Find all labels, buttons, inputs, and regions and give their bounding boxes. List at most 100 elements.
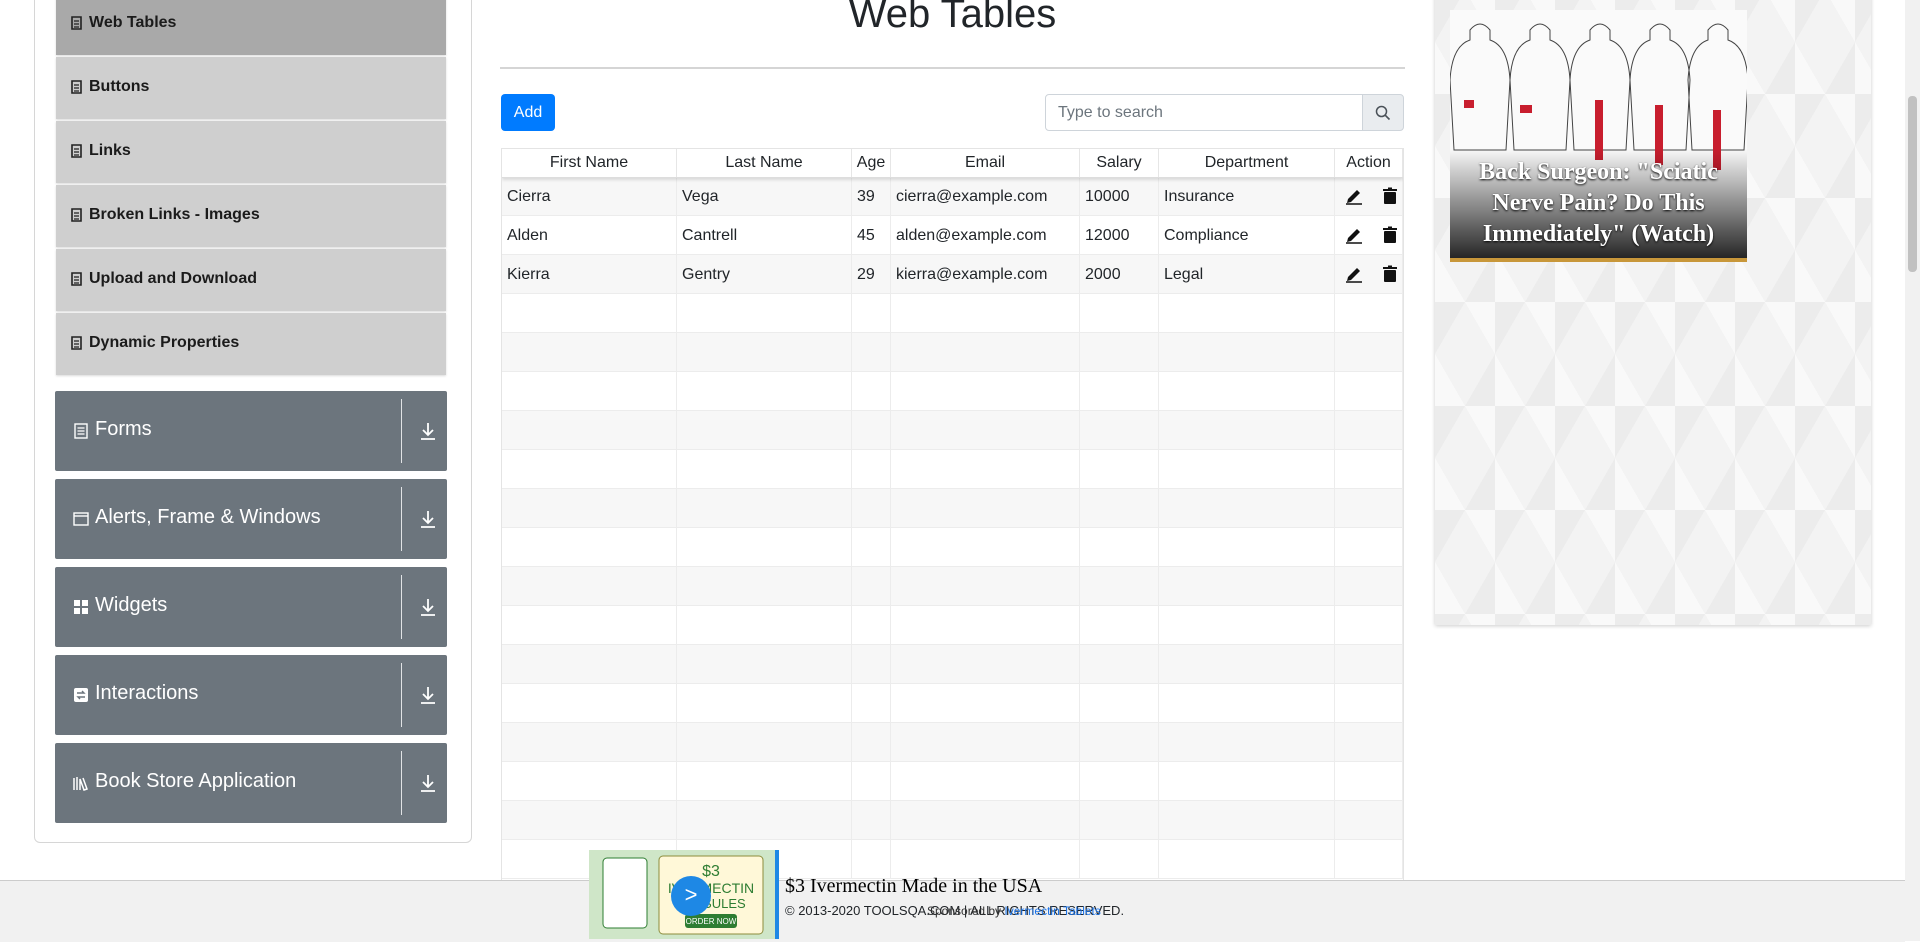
table-cell: Kierra bbox=[502, 255, 677, 294]
download-icon[interactable] bbox=[419, 773, 437, 793]
table-cell bbox=[1159, 411, 1335, 450]
table-cell bbox=[852, 684, 891, 723]
group-separator bbox=[401, 575, 402, 639]
table-row bbox=[502, 567, 1403, 606]
sidebar-group-book-store-application[interactable]: Book Store Application bbox=[55, 743, 447, 823]
table-cell bbox=[1159, 801, 1335, 840]
download-icon[interactable] bbox=[419, 509, 437, 529]
column-header-salary[interactable]: Salary bbox=[1080, 149, 1159, 177]
table-cell bbox=[852, 333, 891, 372]
list-icon bbox=[71, 16, 82, 30]
list-icon bbox=[71, 272, 82, 286]
column-header-age[interactable]: Age bbox=[852, 149, 891, 177]
table-cell bbox=[852, 294, 891, 333]
table-cell bbox=[502, 333, 677, 372]
table-cell: Legal bbox=[1159, 255, 1335, 294]
column-header-department[interactable]: Department bbox=[1159, 149, 1335, 177]
table-cell: Cierra bbox=[502, 177, 677, 216]
table-cell bbox=[1335, 684, 1403, 723]
column-header-first-name[interactable]: First Name bbox=[502, 149, 677, 177]
download-icon[interactable] bbox=[419, 421, 437, 441]
sidebar-item-dynamic-properties[interactable]: Dynamic Properties bbox=[56, 313, 446, 375]
search-button[interactable] bbox=[1362, 94, 1404, 131]
table-cell bbox=[502, 528, 677, 567]
download-icon[interactable] bbox=[419, 685, 437, 705]
add-button[interactable]: Add bbox=[501, 94, 555, 131]
sidebar-group-forms[interactable]: Forms bbox=[55, 391, 447, 471]
sidebar-group-widgets[interactable]: Widgets bbox=[55, 567, 447, 647]
group-separator bbox=[401, 487, 402, 551]
sidebar-group-label: Book Store Application bbox=[95, 770, 297, 792]
table-cell bbox=[1159, 450, 1335, 489]
table-cell bbox=[852, 372, 891, 411]
edit-icon[interactable] bbox=[1345, 226, 1363, 244]
table-cell: 29 bbox=[852, 255, 891, 294]
table-cell bbox=[502, 489, 677, 528]
scrollbar-thumb[interactable] bbox=[1908, 96, 1917, 272]
table-cell bbox=[677, 489, 852, 528]
ad-image[interactable]: Back Surgeon: "Sciatic Nerve Pain? Do Th… bbox=[1450, 10, 1747, 262]
bottom-ad-headline[interactable]: $3 Ivermectin Made in the USA bbox=[785, 875, 1042, 898]
table-cell bbox=[852, 762, 891, 801]
sponsor-link[interactable]: Ivermectin Tablets bbox=[1004, 904, 1101, 918]
table-cell: Alden bbox=[502, 216, 677, 255]
table-cell bbox=[1335, 801, 1403, 840]
edit-icon[interactable] bbox=[1345, 187, 1363, 205]
column-header-action[interactable]: Action bbox=[1335, 149, 1403, 177]
sidebar-group-interactions[interactable]: Interactions bbox=[55, 655, 447, 735]
table-cell: Vega bbox=[677, 177, 852, 216]
table-cell bbox=[1335, 840, 1403, 879]
delete-icon[interactable] bbox=[1381, 187, 1399, 205]
download-icon[interactable] bbox=[419, 597, 437, 617]
table-cell bbox=[502, 450, 677, 489]
table-cell bbox=[1335, 411, 1403, 450]
ad-headline[interactable]: Back Surgeon: "Sciatic Nerve Pain? Do Th… bbox=[1450, 157, 1747, 258]
table-cell bbox=[677, 411, 852, 450]
table-cell bbox=[677, 333, 852, 372]
table-cell: kierra@example.com bbox=[891, 255, 1080, 294]
table-cell bbox=[677, 801, 852, 840]
edit-icon[interactable] bbox=[1345, 265, 1363, 283]
table-row bbox=[502, 528, 1403, 567]
table-cell bbox=[891, 801, 1080, 840]
delete-icon[interactable] bbox=[1381, 226, 1399, 244]
page-title: Web Tables bbox=[848, 0, 1057, 36]
table-row bbox=[502, 762, 1403, 801]
column-header-email[interactable]: Email bbox=[891, 149, 1080, 177]
table-header: First Name Last Name Age Email Salary Departm… bbox=[502, 149, 1403, 178]
delete-icon[interactable] bbox=[1381, 265, 1399, 283]
sidebar-item-web-tables[interactable]: Web Tables bbox=[56, 0, 446, 55]
table-cell bbox=[1080, 372, 1159, 411]
list-icon bbox=[71, 208, 82, 222]
table-row: Cierra Vega 39 cierra@example.com 10000 Insur… bbox=[502, 177, 1403, 216]
search-input[interactable] bbox=[1045, 94, 1363, 131]
sidebar-group-alerts-frame-windows[interactable]: Alerts, Frame & Windows bbox=[55, 479, 447, 559]
sidebar-item-buttons[interactable]: Buttons bbox=[56, 57, 446, 119]
group-separator bbox=[401, 399, 402, 463]
sidebar-group-label: Widgets bbox=[95, 594, 168, 616]
table-cell bbox=[1335, 567, 1403, 606]
table-cell bbox=[1159, 762, 1335, 801]
sidebar-item-label: Upload and Download bbox=[89, 270, 257, 287]
ad-order-now: ORDER NOW bbox=[686, 917, 737, 926]
table-cell bbox=[891, 645, 1080, 684]
sidebar-item-broken-links-images[interactable]: Broken Links - Images bbox=[56, 185, 446, 247]
table-cell bbox=[852, 723, 891, 762]
list-icon bbox=[71, 144, 82, 158]
table-cell bbox=[502, 762, 677, 801]
ad-go-button[interactable]: > bbox=[671, 876, 711, 916]
table-cell bbox=[1080, 723, 1159, 762]
column-header-last-name[interactable]: Last Name bbox=[677, 149, 852, 177]
table-cell bbox=[1080, 411, 1159, 450]
sidebar-item-links[interactable]: Links bbox=[56, 121, 446, 183]
table-cell: alden@example.com bbox=[891, 216, 1080, 255]
table-cell bbox=[1159, 372, 1335, 411]
books-icon bbox=[73, 777, 88, 791]
table-row bbox=[502, 801, 1403, 840]
table-cell bbox=[1335, 294, 1403, 333]
table-cell bbox=[1080, 450, 1159, 489]
table-row bbox=[502, 606, 1403, 645]
table-cell bbox=[677, 567, 852, 606]
sidebar-item-upload-and-download[interactable]: Upload and Download bbox=[56, 249, 446, 311]
table-cell bbox=[502, 294, 677, 333]
